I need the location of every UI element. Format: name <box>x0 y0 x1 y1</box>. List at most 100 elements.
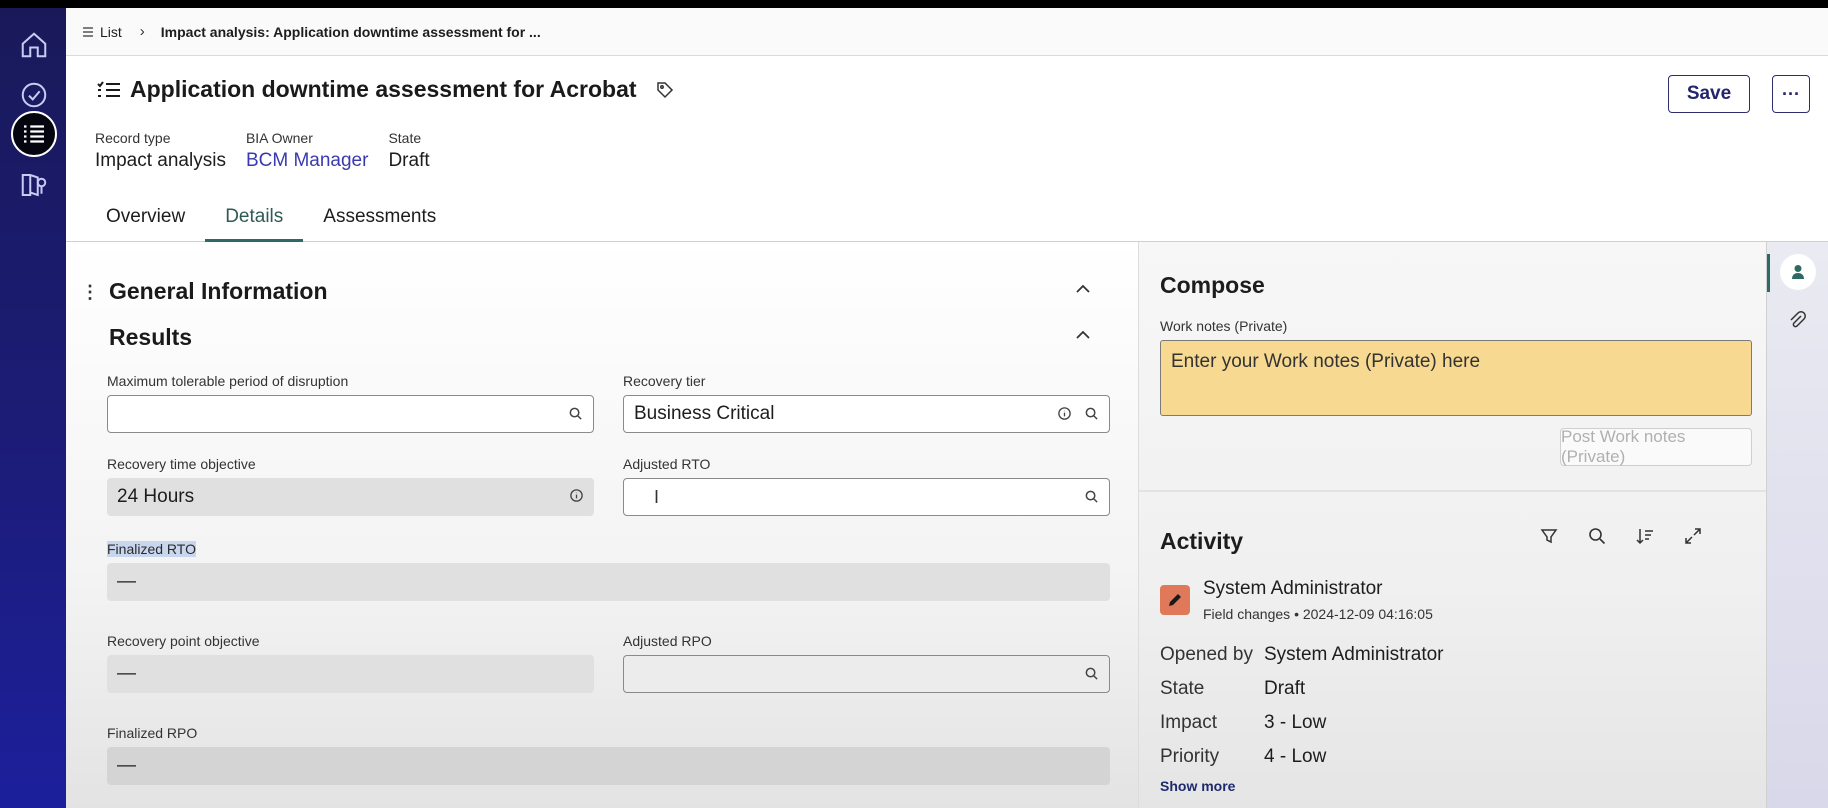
breadcrumb-list-label: List <box>100 23 122 40</box>
info-icon[interactable] <box>1057 406 1072 421</box>
home-icon <box>21 32 47 58</box>
separator-dot: • <box>1294 606 1303 622</box>
work-notes-placeholder: Enter your Work notes (Private) here <box>1171 351 1481 372</box>
tab-bar: Overview Details Assessments <box>86 202 456 242</box>
checklist-icon <box>97 80 120 97</box>
map-nav-button[interactable] <box>11 162 57 208</box>
breadcrumb-current: Impact analysis: Application downtime as… <box>160 23 541 40</box>
collapse-general-button[interactable] <box>1074 280 1092 303</box>
text-cursor-icon: I <box>654 487 660 507</box>
change-field: Impact <box>1160 712 1218 733</box>
recovery-tier-value: Business Critical <box>634 403 775 424</box>
finalized-rto-label: Finalized RTO <box>107 541 196 557</box>
home-nav-button[interactable] <box>11 22 57 68</box>
pencil-icon <box>1169 594 1181 606</box>
app-window: List › Impact analysis: Application down… <box>0 0 1828 808</box>
check-circle-icon <box>21 82 47 108</box>
finalized-rpo-field: — <box>107 747 1110 785</box>
search-icon[interactable] <box>1084 489 1099 504</box>
show-more-link[interactable]: Show more <box>1160 778 1235 794</box>
tag-icon[interactable] <box>655 80 675 100</box>
finalized-rto-value: — <box>117 571 136 592</box>
page-title: Application downtime assessment for Acro… <box>130 76 637 102</box>
meta-label: State <box>388 130 422 146</box>
adjusted-rto-input[interactable]: I <box>623 478 1110 516</box>
activity-change-row: Opened by System Administrator <box>1160 644 1444 666</box>
map-pin-icon <box>21 174 47 197</box>
top-black-bar <box>0 0 1828 8</box>
recovery-tier-input[interactable]: Business Critical <box>623 395 1110 433</box>
activity-change-row: State Draft <box>1160 678 1305 700</box>
change-field: Opened by <box>1160 644 1253 665</box>
activity-user: System Administrator <box>1203 578 1383 599</box>
bia-owner-link[interactable]: BCM Manager <box>246 150 369 172</box>
section-title-general: General Information <box>109 278 328 304</box>
meta-state: State Draft <box>388 130 429 172</box>
breadcrumb: List › Impact analysis: Application down… <box>66 8 1828 56</box>
change-value: 3 - Low <box>1264 712 1327 733</box>
change-value: 4 - Low <box>1264 746 1327 767</box>
collapse-results-button[interactable] <box>1074 326 1092 349</box>
rto-field: 24 Hours <box>107 478 594 516</box>
divider <box>1139 490 1767 492</box>
info-icon[interactable] <box>569 488 584 503</box>
rto-value: 24 Hours <box>117 486 195 507</box>
utility-strip <box>1766 242 1828 808</box>
list-nav-button[interactable] <box>11 111 57 157</box>
change-field: State <box>1160 678 1205 699</box>
field-change-avatar <box>1160 585 1190 615</box>
expand-icon[interactable] <box>1683 526 1703 546</box>
change-value: Draft <box>1264 678 1306 699</box>
list-icon <box>24 125 44 143</box>
tab-assessments[interactable]: Assessments <box>303 202 456 242</box>
search-icon[interactable] <box>568 406 583 421</box>
user-panel-button[interactable] <box>1780 254 1816 290</box>
finalized-rto-field: — <box>107 563 1110 601</box>
record-meta: Record type Impact analysis BIA Owner BC… <box>95 130 430 172</box>
activity-type: Field changes <box>1203 606 1291 622</box>
recovery-tier-label: Recovery tier <box>623 373 706 389</box>
chevron-up-icon <box>1076 284 1090 293</box>
compose-title: Compose <box>1160 272 1265 298</box>
activity-change-row: Priority 4 - Low <box>1160 746 1326 768</box>
activity-title: Activity <box>1160 528 1244 554</box>
adjusted-rpo-input[interactable] <box>623 655 1110 693</box>
chevron-right-icon: › <box>139 23 145 40</box>
search-icon[interactable] <box>1587 526 1607 546</box>
side-panel: Compose Work notes (Private) Enter your … <box>1138 242 1767 808</box>
save-button[interactable]: Save <box>1668 75 1750 113</box>
search-icon[interactable] <box>1084 406 1099 421</box>
breadcrumb-list-link[interactable]: List <box>82 24 122 40</box>
more-actions-button[interactable]: ··· <box>1772 75 1810 113</box>
meta-value: Impact analysis <box>95 150 226 171</box>
chevron-up-icon <box>1076 330 1090 339</box>
attachment-button[interactable] <box>1787 310 1807 335</box>
meta-value: Draft <box>388 150 430 171</box>
filter-icon[interactable] <box>1539 526 1559 546</box>
change-field: Priority <box>1160 746 1220 767</box>
work-notes-textarea[interactable]: Enter your Work notes (Private) here <box>1160 340 1752 416</box>
active-indicator <box>1767 254 1770 292</box>
meta-record-type: Record type Impact analysis <box>95 130 226 172</box>
activity-change-row: Impact 3 - Low <box>1160 712 1326 734</box>
activity-toolbar <box>1539 526 1703 546</box>
tab-overview[interactable]: Overview <box>86 202 205 242</box>
main-content: List › Impact analysis: Application down… <box>66 8 1828 808</box>
left-nav-rail <box>0 8 66 808</box>
list-lines-icon <box>83 26 93 37</box>
drag-handle-icon[interactable]: ⋮ <box>81 282 99 303</box>
adjusted-rto-label: Adjusted RTO <box>623 456 711 472</box>
record-header: Application downtime assessment for Acro… <box>66 56 1828 242</box>
activity-timestamp: 2024-12-09 04:16:05 <box>1302 606 1433 622</box>
mtpd-input[interactable] <box>107 395 594 433</box>
change-value: System Administrator <box>1264 644 1444 665</box>
finalized-rpo-label: Finalized RPO <box>107 725 198 741</box>
search-icon[interactable] <box>1084 666 1099 681</box>
sort-icon[interactable] <box>1635 526 1655 546</box>
rpo-label: Recovery point objective <box>107 633 260 649</box>
tab-details[interactable]: Details <box>205 202 304 242</box>
meta-bia-owner: BIA Owner BCM Manager <box>246 130 369 172</box>
title-row: Application downtime assessment for Acro… <box>96 76 675 103</box>
post-work-notes-button[interactable]: Post Work notes (Private) <box>1560 427 1752 466</box>
meta-label: BIA Owner <box>245 130 313 146</box>
